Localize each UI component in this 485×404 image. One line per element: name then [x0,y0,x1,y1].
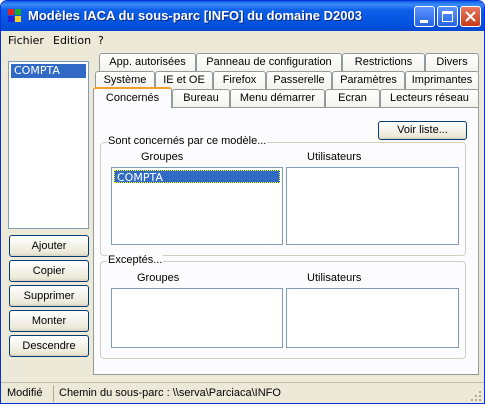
excepted-groups-header: Groupes [137,272,180,284]
status-divider [53,385,54,402]
add-button[interactable]: Ajouter [9,235,89,257]
tab-firefox[interactable]: Firefox [213,71,266,90]
concerned-groups-list[interactable]: COMPTA [111,167,283,245]
app-icon [7,8,23,24]
tab-concernes[interactable]: Concernés [93,87,172,108]
menu-fichier[interactable]: Fichier [8,34,44,47]
list-item[interactable]: COMPTA [114,170,280,184]
maximize-button[interactable] [437,6,458,27]
concerned-label: Sont concernés par ce modèle... [107,135,268,147]
maximize-icon [442,11,453,22]
title-bar[interactable]: Modèles IACA du sous-parc [INFO] du doma… [1,1,484,31]
status-path: Chemin du sous-parc : \\serva\Parciaca\I… [59,387,281,399]
concerned-groups-header: Groupes [141,151,184,163]
excepted-groupbox: Exceptés... Groupes Utilisateurs [100,254,466,359]
status-state: Modifié [7,387,43,399]
tab-lecteurs-reseau[interactable]: Lecteurs réseau [380,89,479,108]
tab-parametres[interactable]: Paramètres [332,71,405,90]
resize-grip-icon[interactable] [470,390,482,402]
copy-button[interactable]: Copier [9,260,89,282]
tab-app-autorisees[interactable]: App. autorisées [99,53,196,72]
concerned-groupbox: Sont concernés par ce modèle... Groupes … [100,135,466,256]
tab-ecran[interactable]: Ecran [325,89,380,108]
excepted-label: Exceptés... [107,254,164,266]
menu-edition[interactable]: Edition [53,34,91,47]
model-list-item[interactable]: COMPTA [11,64,86,78]
minimize-button[interactable] [414,6,435,27]
menu-help[interactable]: ? [98,34,104,47]
tab-panel-concernes: Sont concernés par ce modèle... Groupes … [93,107,479,375]
move-down-button[interactable]: Descendre [9,335,89,357]
tab-panneau-configuration[interactable]: Panneau de configuration [196,53,342,72]
concerned-users-header: Utilisateurs [307,151,362,163]
main-window: Modèles IACA du sous-parc [INFO] du doma… [0,0,485,404]
delete-button[interactable]: Supprimer [9,285,89,307]
close-button[interactable] [460,6,481,27]
tab-passerelle[interactable]: Passerelle [266,71,332,90]
close-icon [465,11,476,22]
move-up-button[interactable]: Monter [9,310,89,332]
concerned-users-list[interactable] [286,167,459,245]
model-list[interactable]: COMPTA [8,61,89,229]
tab-restrictions[interactable]: Restrictions [342,53,425,72]
excepted-groups-list[interactable] [111,288,283,348]
tab-imprimantes[interactable]: Imprimantes [405,71,479,90]
menu-bar: Fichier Edition ? [1,31,484,50]
status-bar: Modifié Chemin du sous-parc : \\serva\Pa… [1,382,484,403]
excepted-users-header: Utilisateurs [307,272,362,284]
tab-bureau[interactable]: Bureau [172,89,230,108]
excepted-users-list[interactable] [286,288,459,348]
tab-divers[interactable]: Divers [425,53,479,72]
window-title: Modèles IACA du sous-parc [INFO] du doma… [28,8,362,23]
minimize-icon [420,20,428,23]
view-list-button[interactable]: Voir liste... [378,121,467,140]
tab-menu-demarrer[interactable]: Menu démarrer [230,89,325,108]
